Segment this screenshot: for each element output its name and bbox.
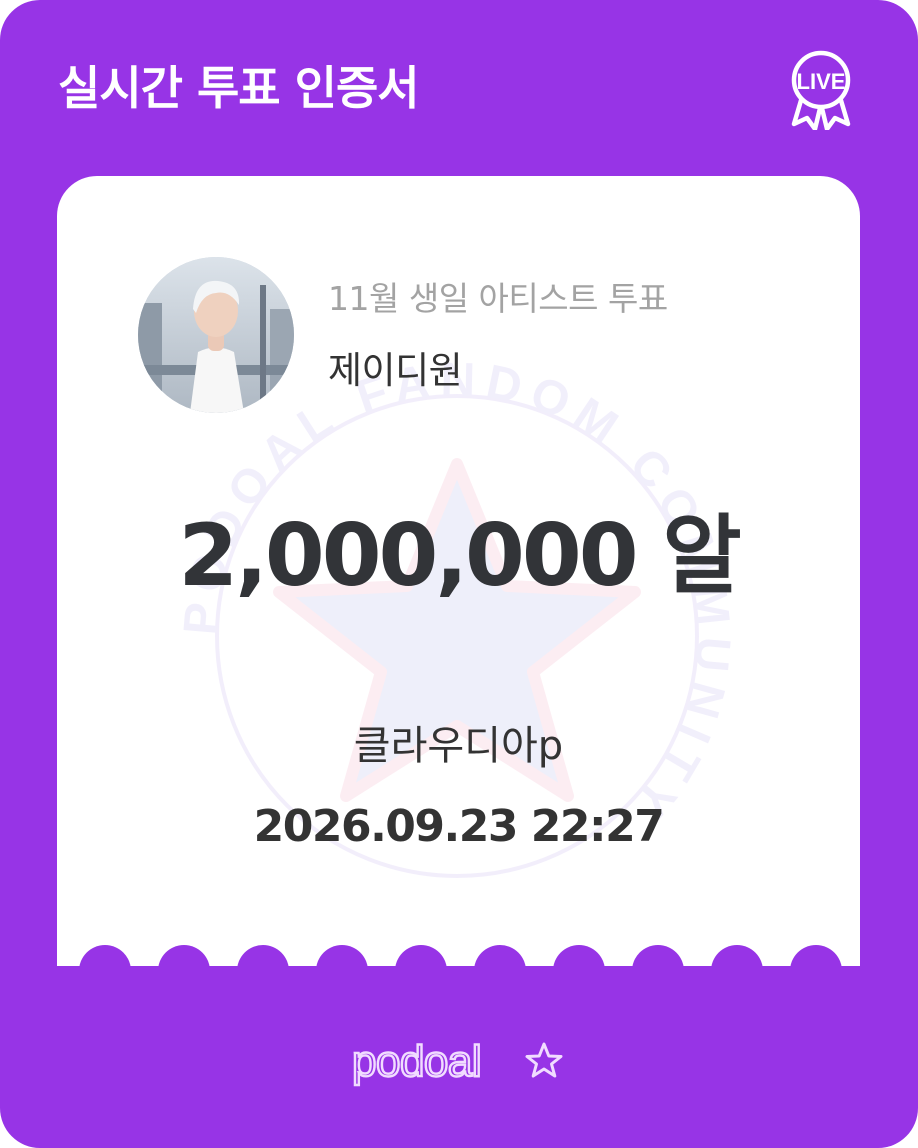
- scalloped-ticket-edge: [79, 945, 842, 968]
- voter-name: 클라우디아p: [353, 723, 564, 769]
- certificate-frame: 실시간 투표 인증서 LIVE PODOAL FANDOM COMMUNITY: [0, 0, 918, 1148]
- page-title: 실시간 투표 인증서: [58, 61, 420, 115]
- vote-amount: 2,000,000 알: [178, 506, 741, 606]
- artist-avatar: [138, 257, 294, 413]
- podoal-watermark: PODOAL FANDOM COMMUNITY: [174, 354, 731, 878]
- certificate-card: PODOAL FANDOM COMMUNITY 11월 생일 아티스트 투표 제…: [57, 176, 860, 966]
- podoal-logo: podoal: [352, 1036, 563, 1087]
- vote-datetime: 2026.09.23 22:27: [253, 801, 665, 852]
- brand-wordmark: podoal: [352, 1037, 481, 1086]
- artist-name: 제이디원: [328, 349, 463, 392]
- star-icon: [525, 1042, 563, 1078]
- live-badge-label: LIVE: [797, 69, 846, 94]
- vote-title: 11월 생일 아티스트 투표: [328, 279, 668, 318]
- live-ribbon-badge-icon: LIVE: [791, 50, 851, 130]
